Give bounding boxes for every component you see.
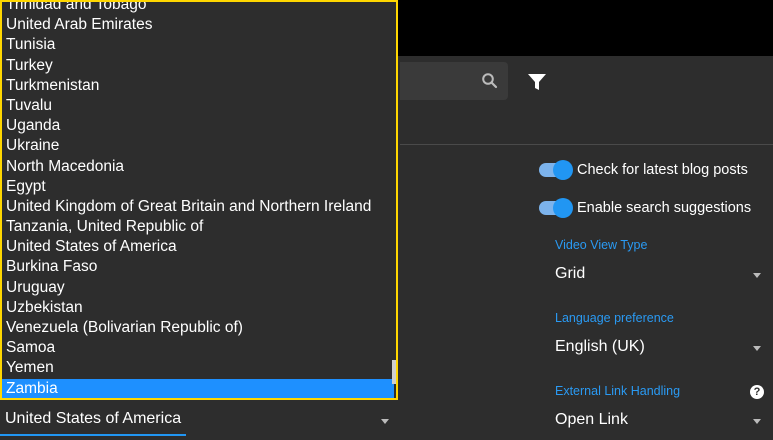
chevron-down-icon[interactable] <box>753 419 761 424</box>
dropdown-option[interactable]: Turkmenistan <box>2 76 394 96</box>
dropdown-option[interactable]: Burkina Faso <box>2 257 394 277</box>
chevron-down-icon[interactable] <box>753 346 761 351</box>
filter-icon[interactable] <box>527 72 547 92</box>
chevron-down-icon[interactable] <box>753 273 761 278</box>
blog-posts-toggle[interactable] <box>539 160 573 180</box>
scrollbar[interactable] <box>392 360 396 384</box>
dropdown-option[interactable]: Uruguay <box>2 278 394 298</box>
country-select-underline <box>0 434 186 436</box>
chevron-down-icon[interactable] <box>381 419 389 424</box>
country-dropdown[interactable]: Trinidad and Tobago United Arab Emirates T… <box>0 0 398 400</box>
dropdown-option[interactable]: Egypt <box>2 177 394 197</box>
dropdown-option[interactable]: United Kingdom of Great Britain and Nort… <box>2 197 394 217</box>
dropdown-option[interactable]: Trinidad and Tobago <box>2 2 394 15</box>
dropdown-option[interactable]: Venezuela (Bolivarian Republic of) <box>2 318 394 338</box>
section-divider <box>400 144 773 145</box>
dropdown-option[interactable]: Uzbekistan <box>2 298 394 318</box>
dropdown-option[interactable]: Turkey <box>2 56 394 76</box>
dropdown-option[interactable]: Tunisia <box>2 35 394 55</box>
toggle-knob <box>553 160 573 180</box>
dropdown-option[interactable]: Yemen <box>2 358 394 378</box>
search-suggestions-toggle-row[interactable]: Enable search suggestions <box>539 198 752 218</box>
video-view-type-label: Video View Type <box>555 238 648 252</box>
search-suggestions-toggle-label: Enable search suggestions <box>577 200 752 216</box>
dropdown-option[interactable]: Zambia <box>2 378 394 398</box>
blog-posts-toggle-label: Check for latest blog posts <box>577 162 748 178</box>
dropdown-option[interactable]: Uganda <box>2 116 394 136</box>
help-icon[interactable]: ? <box>750 385 764 399</box>
toggle-knob <box>553 198 573 218</box>
dropdown-option[interactable]: Ukraine <box>2 136 394 156</box>
dropdown-option[interactable]: Samoa <box>2 338 394 358</box>
language-preference-label: Language preference <box>555 311 674 325</box>
country-options-list[interactable]: Trinidad and Tobago United Arab Emirates T… <box>2 2 394 398</box>
dropdown-option[interactable]: Tanzania, United Republic of <box>2 217 394 237</box>
external-link-handling-label: External Link Handling <box>555 384 681 398</box>
search-suggestions-toggle[interactable] <box>539 198 573 218</box>
dropdown-option[interactable]: United States of America <box>2 237 394 257</box>
video-view-type-select[interactable]: Grid <box>555 265 585 283</box>
dropdown-option[interactable]: North Macedonia <box>2 157 394 177</box>
external-link-handling-select[interactable]: Open Link <box>555 411 628 429</box>
dropdown-option[interactable]: Tuvalu <box>2 96 394 116</box>
country-select[interactable]: United States of America <box>5 410 181 428</box>
blog-posts-toggle-row[interactable]: Check for latest blog posts <box>539 160 748 180</box>
dropdown-option[interactable]: United Arab Emirates <box>2 15 394 35</box>
language-preference-select[interactable]: English (UK) <box>555 338 645 356</box>
search-icon[interactable] <box>481 72 499 90</box>
